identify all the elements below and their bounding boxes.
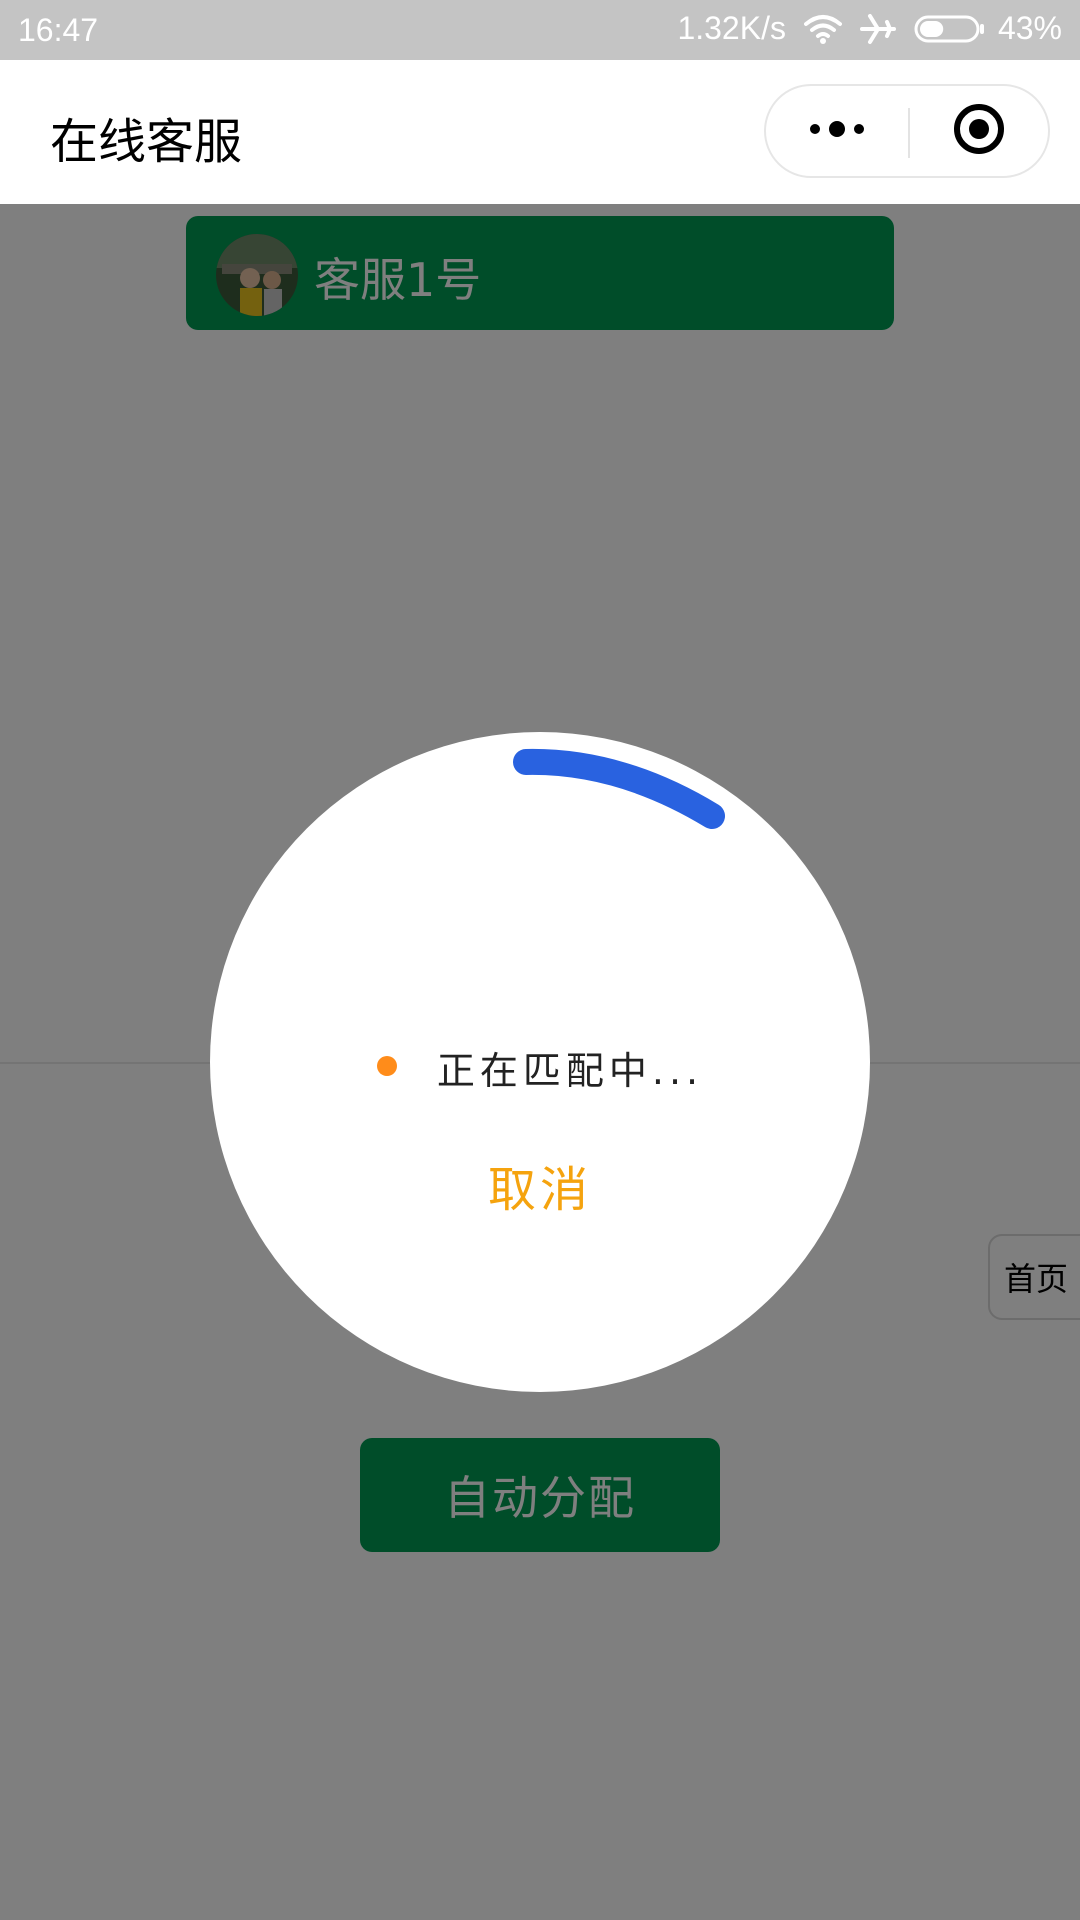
status-dot — [376, 1055, 397, 1076]
wifi-icon — [803, 14, 842, 44]
status-bar: 16:47 1.32K/s 43% — [0, 0, 1080, 60]
page-title: 在线客服 — [50, 114, 243, 170]
battery-icon — [914, 15, 986, 43]
menu-capsule — [764, 84, 1050, 178]
match-status: 正在匹配中... — [210, 1040, 870, 1095]
match-status-text: 正在匹配中... — [436, 1049, 704, 1093]
status-time: 16:47 — [18, 12, 99, 48]
close-button[interactable] — [910, 86, 1048, 176]
nav-bar: 在线客服 — [0, 60, 1080, 204]
airplane-icon — [859, 13, 896, 45]
more-button[interactable] — [766, 86, 908, 176]
network-speed: 1.32K/s — [677, 10, 786, 46]
battery-percent: 43% — [997, 10, 1062, 46]
more-icon — [807, 121, 867, 141]
status-right: 1.32K/s 43% — [677, 10, 1062, 47]
cancel-button[interactable]: 取消 — [440, 1150, 640, 1220]
matching-dialog: 正在匹配中... 取消 — [210, 732, 870, 1392]
battery: 43% — [914, 10, 1062, 47]
close-target-icon — [952, 102, 1006, 160]
